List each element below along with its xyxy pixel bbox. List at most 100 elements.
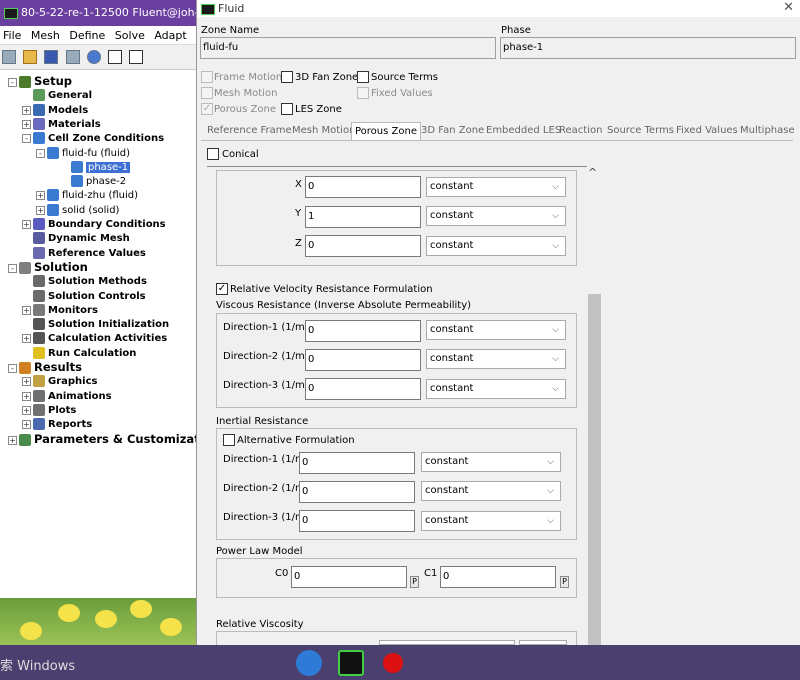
tab-mesh-motion[interactable]: Mesh Motion <box>292 122 355 140</box>
tree-item[interactable]: phase-2 <box>60 174 126 189</box>
menu-file[interactable]: File <box>3 29 21 42</box>
tree-item[interactable]: + Boundary Conditions <box>22 217 166 232</box>
z-method-select[interactable]: constant ⌵ <box>426 236 566 256</box>
tree-item[interactable]: Reference Values <box>22 246 146 261</box>
scroll-up-icon[interactable]: ^ <box>588 166 597 179</box>
expand-icon[interactable]: + <box>22 305 31 315</box>
toolbar-mesh-icon[interactable] <box>2 50 16 64</box>
tree-item[interactable]: Dynamic Mesh <box>22 231 130 246</box>
expand-icon[interactable]: + <box>22 333 31 343</box>
tab-fixed-values[interactable]: Fixed Values <box>676 122 738 140</box>
help-icon[interactable] <box>86 50 101 64</box>
tree-item[interactable]: Solution Methods <box>22 274 147 289</box>
tree-item[interactable]: - Results <box>8 360 82 375</box>
tab-reference-frame[interactable]: Reference Frame <box>207 122 292 140</box>
z-input[interactable]: 0 <box>305 235 421 257</box>
tree-item[interactable]: General <box>22 88 92 103</box>
frame-motion-checkbox[interactable] <box>201 71 213 83</box>
tree-item[interactable]: - fluid-fu (fluid) <box>36 146 130 161</box>
tab-source-terms[interactable]: Source Terms <box>607 122 674 140</box>
rotate-icon[interactable] <box>107 50 122 64</box>
mesh-motion-checkbox[interactable] <box>201 87 213 99</box>
tree-item[interactable]: - Solution <box>8 260 88 275</box>
expand-icon[interactable]: + <box>36 190 45 200</box>
viscous-dir1-method-select[interactable]: constant ⌵ <box>426 320 566 340</box>
inertial-dir3-input[interactable]: 0 <box>299 510 415 532</box>
tree-item[interactable]: Solution Controls <box>22 289 146 304</box>
fluent-taskbar-icon[interactable] <box>338 650 364 676</box>
tree-item[interactable]: + Animations <box>22 389 112 404</box>
menu-mesh[interactable]: Mesh <box>31 29 60 42</box>
c1-parameter-button[interactable]: P <box>560 576 569 588</box>
tree-item[interactable]: + fluid-zhu (fluid) <box>36 188 138 203</box>
expand-icon[interactable]: + <box>22 391 31 401</box>
c0-input[interactable]: 0 <box>291 566 407 588</box>
inertial-dir3-method-select[interactable]: constant ⌵ <box>421 511 561 531</box>
conical-checkbox[interactable] <box>207 148 219 160</box>
tree-item[interactable]: - Setup <box>8 74 72 89</box>
expand-icon[interactable]: + <box>36 205 45 215</box>
dialog-scrollbar-thumb[interactable] <box>588 294 601 645</box>
inertial-dir1-input[interactable]: 0 <box>299 452 415 474</box>
phase-field[interactable]: phase-1 <box>500 37 796 59</box>
app-taskbar-icon[interactable] <box>383 653 403 673</box>
tab-embedded-les[interactable]: Embedded LES <box>486 122 561 140</box>
viscous-dir2-input[interactable]: 0 <box>305 349 421 371</box>
fixed-values-checkbox[interactable] <box>357 87 369 99</box>
tree-item[interactable]: + Reports <box>22 417 92 432</box>
tree-item[interactable]: phase-1 <box>60 160 131 175</box>
tree-item[interactable]: + solid (solid) <box>36 203 119 218</box>
tree-item[interactable]: + Models <box>22 103 88 118</box>
close-icon[interactable]: ✕ <box>783 0 794 15</box>
viscous-dir3-input[interactable]: 0 <box>305 378 421 400</box>
expand-icon[interactable]: + <box>22 376 31 386</box>
tree-item[interactable]: Solution Initialization <box>22 317 169 332</box>
tree-item[interactable]: + Graphics <box>22 374 97 389</box>
tree-item[interactable]: + Monitors <box>22 303 98 318</box>
expand-icon[interactable]: + <box>22 419 31 429</box>
expand-icon[interactable]: + <box>8 435 17 445</box>
expand-icon[interactable]: + <box>22 219 31 229</box>
collapse-icon[interactable]: - <box>22 133 31 143</box>
viscous-dir2-method-select[interactable]: constant ⌵ <box>426 349 566 369</box>
les-zone-checkbox[interactable] <box>281 103 293 115</box>
tree-item[interactable]: + Plots <box>22 403 76 418</box>
porous-zone-checkbox[interactable]: ✓ <box>201 103 213 115</box>
y-input[interactable]: 1 <box>305 206 421 228</box>
tree-item[interactable]: Run Calculation <box>22 346 136 361</box>
tab-3d-fan-zone[interactable]: 3D Fan Zone <box>421 122 484 140</box>
viscous-dir1-input[interactable]: 0 <box>305 320 421 342</box>
tab-reaction[interactable]: Reaction <box>559 122 602 140</box>
expand-icon[interactable]: + <box>22 105 31 115</box>
relative-velocity-checkbox[interactable]: ✓ <box>216 283 228 295</box>
collapse-icon[interactable]: - <box>8 263 17 273</box>
pan-icon[interactable] <box>129 50 144 64</box>
viscous-dir3-method-select[interactable]: constant ⌵ <box>426 379 566 399</box>
tree-item[interactable]: + Materials <box>22 117 101 132</box>
print-icon[interactable] <box>65 50 80 64</box>
x-method-select[interactable]: constant ⌵ <box>426 177 566 197</box>
save-icon[interactable] <box>44 50 59 64</box>
menu-adapt[interactable]: Adapt <box>154 29 186 42</box>
source-terms-checkbox[interactable] <box>357 71 369 83</box>
collapse-icon[interactable]: - <box>8 77 17 87</box>
collapse-icon[interactable]: - <box>36 148 45 158</box>
alternative-formulation-checkbox[interactable] <box>223 434 235 446</box>
tree-item[interactable]: + Calculation Activities <box>22 331 167 346</box>
x-input[interactable]: 0 <box>305 176 421 198</box>
c1-input[interactable]: 0 <box>440 566 556 588</box>
zone-name-field[interactable]: fluid-fu <box>200 37 496 59</box>
expand-icon[interactable]: + <box>22 119 31 129</box>
tab-porous-zone[interactable]: Porous Zone <box>351 122 421 140</box>
c0-parameter-button[interactable]: P <box>410 576 419 588</box>
menu-define[interactable]: Define <box>69 29 105 42</box>
collapse-icon[interactable]: - <box>8 363 17 373</box>
menu-solve[interactable]: Solve <box>115 29 145 42</box>
inertial-dir1-method-select[interactable]: constant ⌵ <box>421 452 561 472</box>
edge-browser-icon[interactable] <box>296 650 322 676</box>
tab-multiphase[interactable]: Multiphase <box>740 122 795 140</box>
inertial-dir2-input[interactable]: 0 <box>299 481 415 503</box>
tree-item[interactable]: - Cell Zone Conditions <box>22 131 164 146</box>
fan-zone-checkbox[interactable] <box>281 71 293 83</box>
open-folder-icon[interactable] <box>23 50 38 64</box>
